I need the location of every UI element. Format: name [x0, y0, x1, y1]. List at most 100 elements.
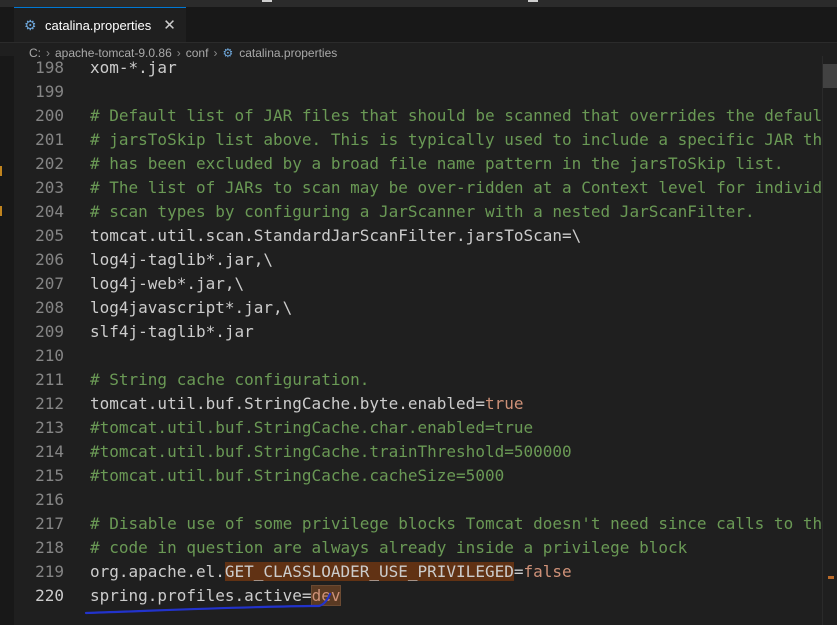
line-number: 210 — [35, 346, 64, 365]
line-number: 203 — [35, 178, 64, 197]
code-line[interactable]: 214 #tomcat.util.buf.StringCache.trainThr… — [14, 440, 823, 464]
code-line[interactable]: 213 #tomcat.util.buf.StringCache.char.ena… — [14, 416, 823, 440]
line-number: 198 — [35, 58, 64, 77]
code-text: log4j-taglib*.jar,\ — [90, 250, 274, 269]
scrollbar-thumb[interactable] — [823, 64, 837, 88]
comment-text: # code in question are always already in… — [90, 538, 688, 557]
line-number: 205 — [35, 226, 64, 245]
line-number: 206 — [35, 250, 64, 269]
code-text: log4javascript*.jar,\ — [90, 298, 293, 317]
comment-text: # has been excluded by a broad file name… — [90, 154, 784, 173]
property-value: true — [484, 394, 524, 413]
line-text: #tomcat.util.buf.StringCache.char.enable… — [90, 416, 533, 440]
code-line[interactable]: 204 # scan types by configuring a JarScan… — [14, 200, 823, 224]
line-text: # code in question are always already in… — [90, 536, 687, 560]
code-line[interactable]: 218 # code in question are always already… — [14, 536, 823, 560]
title-bar-strip — [0, 0, 837, 7]
line-number: 202 — [35, 154, 64, 173]
code-line[interactable]: 215 #tomcat.util.buf.StringCache.cacheSiz… — [14, 464, 823, 488]
comment-text: #tomcat.util.buf.StringCache.trainThresh… — [90, 442, 572, 461]
property-key: org.apache.el. — [90, 562, 225, 581]
activity-gutter — [0, 56, 14, 625]
code-line[interactable]: 220 spring.profiles.active=dev — [14, 584, 823, 608]
line-number: 215 — [35, 466, 64, 485]
tab-label: catalina.properties — [45, 17, 152, 33]
code-line[interactable]: 207 log4j-web*.jar,\ — [14, 272, 823, 296]
comment-text: # The list of JARs to scan may be over-r… — [90, 178, 837, 197]
line-text: # jarsToSkip list above. This is typical… — [90, 128, 837, 152]
close-icon[interactable]: ✕ — [163, 18, 176, 33]
code-line[interactable]: 199 — [14, 80, 823, 104]
code-line[interactable]: 200 # Default list of JAR files that shou… — [14, 104, 832, 128]
line-number: 201 — [35, 130, 64, 149]
code-text: slf4j-taglib*.jar — [90, 322, 254, 341]
code-line[interactable]: 208 log4javascript*.jar,\ — [14, 296, 823, 320]
line-number: 212 — [35, 394, 64, 413]
line-text: log4javascript*.jar,\ — [90, 296, 292, 320]
comment-text: # String cache configuration. — [90, 370, 370, 389]
line-text: # has been excluded by a broad file name… — [90, 152, 784, 176]
code-text: tomcat.util.scan.StandardJarScanFilter.j… — [90, 226, 582, 245]
comment-text: # Default list of JAR files that should … — [90, 106, 832, 125]
line-text: # The list of JARs to scan may be over-r… — [90, 176, 837, 200]
line-number: 211 — [35, 370, 64, 389]
code-line[interactable]: 202 # has been excluded by a broad file n… — [14, 152, 823, 176]
code-text: xom-*.jar — [90, 58, 177, 77]
line-number: 218 — [35, 538, 64, 557]
code-line[interactable]: 219 org.apache.el.GET_CLASSLOADER_USE_PRI… — [14, 560, 823, 584]
line-number: 208 — [35, 298, 64, 317]
line-text: # Default list of JAR files that should … — [90, 104, 832, 128]
line-text: spring.profiles.active=dev — [90, 584, 342, 608]
code-line[interactable]: 211 # String cache configuration. — [14, 368, 823, 392]
title-bar-mark — [262, 0, 272, 2]
code-text: log4j-web*.jar,\ — [90, 274, 245, 293]
comment-text: # Disable use of some privilege blocks T… — [90, 514, 832, 533]
line-text: #tomcat.util.buf.StringCache.trainThresh… — [90, 440, 572, 464]
line-number: 200 — [35, 106, 64, 125]
line-number: 219 — [35, 562, 64, 581]
code-line[interactable]: 216 — [14, 488, 823, 512]
code-line[interactable]: 209 slf4j-taglib*.jar — [14, 320, 823, 344]
gutter-marker — [0, 166, 2, 176]
vertical-scrollbar[interactable] — [822, 56, 837, 625]
comment-text: # scan types by configuring a JarScanner… — [90, 202, 755, 221]
code-line[interactable]: 198 xom-*.jar — [14, 56, 823, 80]
scrollbar-marker — [828, 576, 834, 579]
code-line[interactable]: 205 tomcat.util.scan.StandardJarScanFilte… — [14, 224, 823, 248]
title-bar-mark — [528, 0, 538, 2]
code-line[interactable]: 201 # jarsToSkip list above. This is typi… — [14, 128, 837, 152]
line-text: tomcat.util.scan.StandardJarScanFilter.j… — [90, 224, 581, 248]
comment-text: # jarsToSkip list above. This is typical… — [90, 130, 837, 149]
property-key: spring.profiles.active= — [90, 586, 312, 605]
line-text: # scan types by configuring a JarScanner… — [90, 200, 755, 224]
line-number: 199 — [35, 82, 64, 101]
tab-bar: ⚙ catalina.properties ✕ — [0, 7, 837, 43]
property-value: false — [523, 562, 572, 581]
line-number: 220 — [35, 586, 64, 605]
code-editor[interactable]: 198 xom-*.jar 199 200 # Default list of JAR … — [0, 56, 837, 625]
line-text: log4j-taglib*.jar,\ — [90, 248, 273, 272]
line-text: slf4j-taglib*.jar — [90, 320, 254, 344]
line-number: 213 — [35, 418, 64, 437]
line-number: 207 — [35, 274, 64, 293]
code-line[interactable]: 203 # The list of JARs to scan may be ove… — [14, 176, 837, 200]
line-number: 209 — [35, 322, 64, 341]
line-text: log4j-web*.jar,\ — [90, 272, 244, 296]
comment-text: #tomcat.util.buf.StringCache.cacheSize=5… — [90, 466, 505, 485]
highlighted-token: GET_CLASSLOADER_USE_PRIVILEGED — [224, 562, 514, 581]
line-text: org.apache.el.GET_CLASSLOADER_USE_PRIVIL… — [90, 560, 572, 584]
tab-catalina-properties[interactable]: ⚙ catalina.properties ✕ — [14, 7, 186, 42]
property-value: dev — [310, 585, 342, 606]
line-number: 217 — [35, 514, 64, 533]
line-text: xom-*.jar — [90, 56, 177, 80]
code-line[interactable]: 210 — [14, 344, 823, 368]
gear-icon: ⚙ — [24, 17, 37, 33]
code-line[interactable]: 212 tomcat.util.buf.StringCache.byte.enab… — [14, 392, 823, 416]
line-number: 214 — [35, 442, 64, 461]
line-text: tomcat.util.buf.StringCache.byte.enabled… — [90, 392, 523, 416]
code-line[interactable]: 206 log4j-taglib*.jar,\ — [14, 248, 823, 272]
code-line[interactable]: 217 # Disable use of some privilege block… — [14, 512, 832, 536]
line-text: # Disable use of some privilege blocks T… — [90, 512, 832, 536]
property-key: tomcat.util.buf.StringCache.byte.enabled… — [90, 394, 485, 413]
line-text: #tomcat.util.buf.StringCache.cacheSize=5… — [90, 464, 504, 488]
